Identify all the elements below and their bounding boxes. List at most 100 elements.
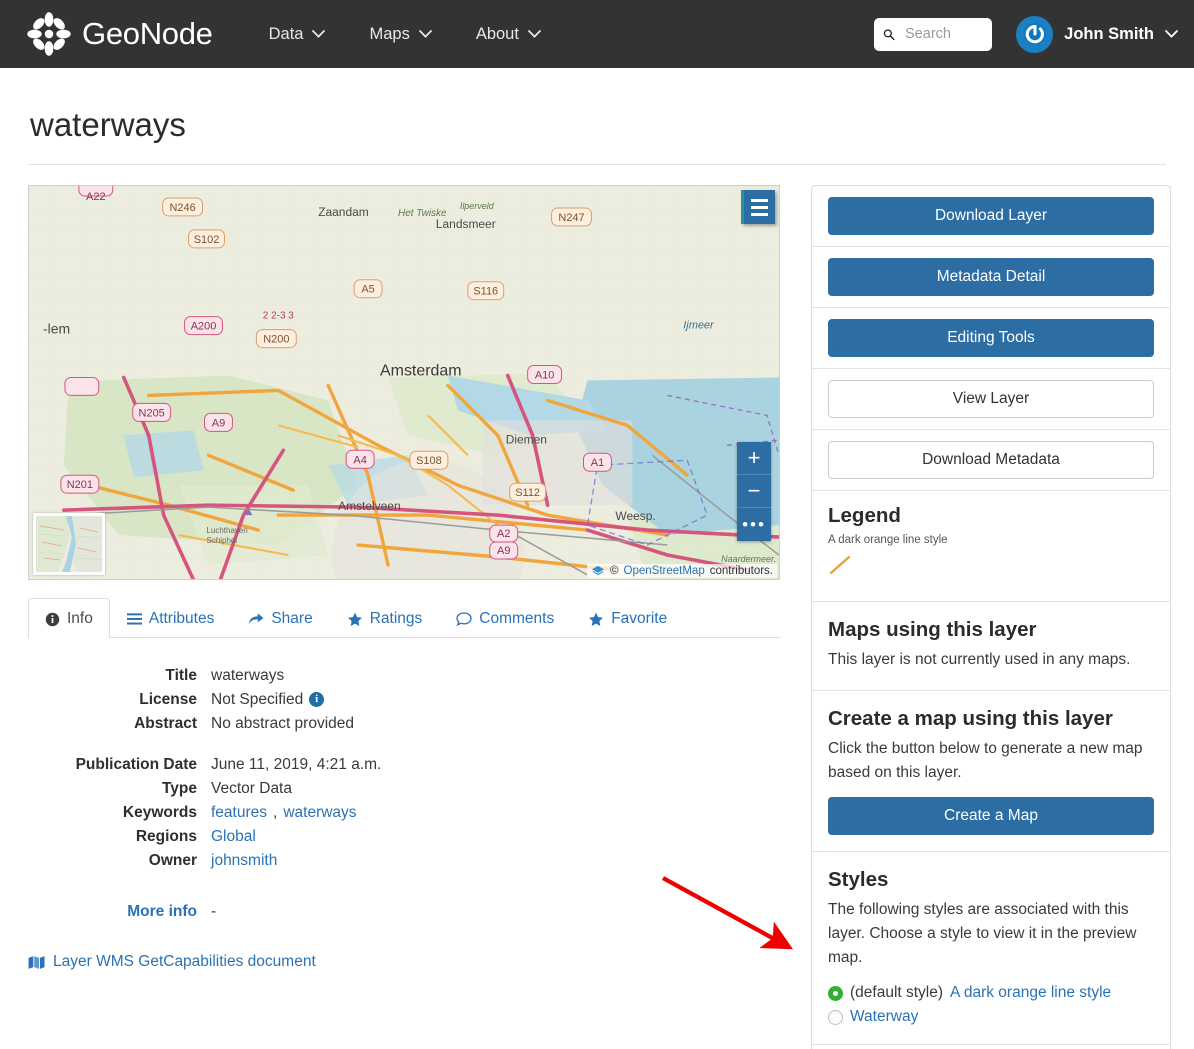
chevron-down-icon <box>1165 30 1178 38</box>
svg-text:Amsterdam: Amsterdam <box>380 362 461 379</box>
metadata-row-regions: Regions Global <box>28 825 780 848</box>
avatar <box>1016 15 1054 53</box>
svg-text:N247: N247 <box>558 212 584 224</box>
tab-favorite[interactable]: Favorite <box>571 598 684 638</box>
tab-share[interactable]: Share <box>231 598 329 638</box>
more-info-value: - <box>211 903 217 920</box>
info-circle-icon[interactable]: i <box>309 692 325 707</box>
map-menu-button[interactable] <box>741 190 775 224</box>
hamburger-icon <box>751 205 768 209</box>
tab-attributes[interactable]: Attributes <box>110 598 231 638</box>
geonode-flower-icon <box>27 12 71 56</box>
svg-text:Landsmeer: Landsmeer <box>436 217 496 231</box>
radio-selected-icon[interactable] <box>828 985 843 1001</box>
wms-getcapabilities-link[interactable]: Layer WMS GetCapabilities document <box>28 953 780 971</box>
radio-unselected-icon[interactable] <box>828 1009 843 1025</box>
style-link-dark-orange[interactable]: A dark orange line style <box>950 984 1111 1002</box>
styles-title: Styles <box>828 868 889 891</box>
panel-item-refresh-attributes: Refresh Attributes and Statistics of <box>812 1045 1170 1049</box>
openstreetmap-link[interactable]: OpenStreetMap <box>624 565 705 577</box>
nav-item-data[interactable]: Data <box>247 15 348 54</box>
svg-text:A9: A9 <box>497 545 510 557</box>
hamburger-icon <box>751 198 768 202</box>
search-box[interactable] <box>874 17 993 51</box>
svg-text:A4: A4 <box>353 454 366 466</box>
svg-text:Naardermeer.: Naardermeer. <box>721 554 776 564</box>
metadata-label-owner: Owner <box>148 852 197 869</box>
comment-icon <box>456 612 472 626</box>
share-icon <box>249 613 264 625</box>
metadata-row-abstract: Abstract No abstract provided <box>28 712 780 735</box>
nav-item-about-label: About <box>475 24 519 43</box>
svg-text:N205: N205 <box>139 407 165 419</box>
download-layer-button[interactable]: Download Layer <box>828 197 1154 235</box>
download-metadata-button[interactable]: Download Metadata <box>828 441 1154 479</box>
info-icon <box>45 612 60 626</box>
zoom-out-button[interactable]: − <box>737 475 771 508</box>
layers-icon <box>592 565 605 576</box>
tab-info[interactable]: Info <box>28 598 110 638</box>
nav-item-maps[interactable]: Maps <box>347 15 453 54</box>
svg-text:Ijmeer: Ijmeer <box>683 320 715 332</box>
create-a-map-button[interactable]: Create a Map <box>828 797 1154 835</box>
user-name-label: John Smith <box>1064 24 1154 43</box>
left-column: Het Twiske Ilperveld Landsmeer Zaandam A… <box>28 185 780 971</box>
metadata-label-regions: Regions <box>135 828 197 845</box>
maps-using-title: Maps using this layer <box>828 618 1037 641</box>
metadata-row-owner: Owner johnsmith <box>28 849 780 872</box>
svg-text:Weesp.: Weesp. <box>615 509 655 523</box>
navbar-right: John Smith <box>874 15 1178 53</box>
zoom-in-button[interactable]: + <box>737 442 771 475</box>
owner-link[interactable]: johnsmith <box>211 849 277 872</box>
keywords-separator: , <box>273 804 278 821</box>
svg-text:S102: S102 <box>194 234 220 246</box>
user-menu[interactable]: John Smith <box>1016 15 1178 53</box>
legend-swatch <box>828 554 1154 581</box>
keyword-link-features[interactable]: features <box>211 801 267 824</box>
map-more-options-button[interactable]: ••• <box>737 508 771 541</box>
svg-text:S116: S116 <box>473 286 498 298</box>
map-preview[interactable]: Het Twiske Ilperveld Landsmeer Zaandam A… <box>28 185 780 580</box>
tab-ratings[interactable]: Ratings <box>330 598 440 638</box>
svg-text:Zaandam: Zaandam <box>318 205 369 219</box>
metadata-value-owner: johnsmith <box>211 849 277 872</box>
maps-using-text: This layer is not currently used in any … <box>828 651 1131 668</box>
svg-text:N200: N200 <box>263 334 289 346</box>
svg-text:Luchthaven: Luchthaven <box>207 526 248 535</box>
svg-text:-lem: -lem <box>43 321 70 337</box>
more-info-link[interactable]: More info <box>28 900 211 923</box>
style-option-default[interactable]: (default style) A dark orange line style <box>828 984 1154 1002</box>
view-layer-button[interactable]: View Layer <box>828 380 1154 418</box>
metadata-label-publication-date: Publication Date <box>75 756 197 773</box>
tab-comments[interactable]: Comments <box>439 598 571 638</box>
metadata-value-abstract: No abstract provided <box>211 715 355 732</box>
content-columns: Het Twiske Ilperveld Landsmeer Zaandam A… <box>28 185 1171 1049</box>
style-option-waterway[interactable]: Waterway <box>828 1008 1154 1026</box>
region-link-global[interactable]: Global <box>211 825 256 848</box>
metadata-value-title: waterways <box>211 667 285 684</box>
editing-tools-button[interactable]: Editing Tools <box>828 319 1154 357</box>
page-title: waterways <box>30 106 186 143</box>
keyword-link-waterways[interactable]: waterways <box>283 801 356 824</box>
create-map-text: Click the button below to generate a new… <box>828 740 1143 781</box>
panel-item-create-map: Create a map using this layer Click the … <box>812 691 1170 852</box>
panel-item-legend: Legend A dark orange line style <box>812 491 1170 602</box>
nav-item-about[interactable]: About <box>454 15 563 54</box>
tab-attributes-label: Attributes <box>148 610 215 627</box>
wms-link-label: Layer WMS GetCapabilities document <box>53 953 316 970</box>
search-input[interactable] <box>903 25 984 43</box>
svg-text:N201: N201 <box>67 479 93 491</box>
brand-logo-link[interactable]: GeoNode <box>26 11 213 57</box>
style-link-waterway[interactable]: Waterway <box>850 1008 918 1026</box>
metadata-label-license: License <box>139 691 197 708</box>
svg-text:A9: A9 <box>212 417 225 429</box>
svg-text:Ilperveld: Ilperveld <box>460 201 495 211</box>
tab-info-label: Info <box>67 610 93 627</box>
map-overview-thumbnail[interactable] <box>33 513 105 575</box>
style-default-prefix: (default style) <box>850 984 944 1001</box>
tab-ratings-label: Ratings <box>369 610 423 627</box>
metadata-detail-button[interactable]: Metadata Detail <box>828 258 1154 296</box>
star-icon <box>589 612 604 626</box>
main-nav: Data Maps About <box>247 15 563 54</box>
svg-text:N246: N246 <box>169 202 195 214</box>
